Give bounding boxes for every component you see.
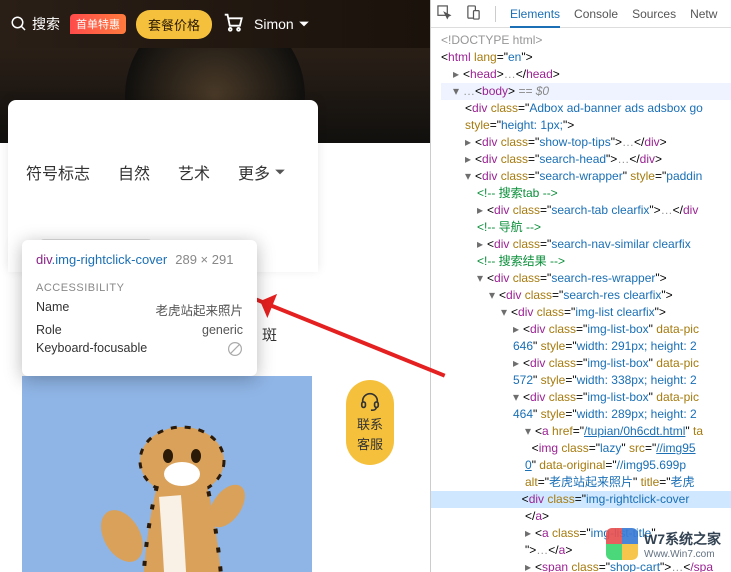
tooltip-class: .img-rightclick-cover (52, 252, 168, 267)
tiger-illustration (72, 406, 252, 572)
search-icon (10, 15, 28, 33)
search-button[interactable]: 搜索 (10, 14, 60, 34)
tiger-image[interactable] (22, 376, 312, 572)
devtools-tabs: Elements Console Sources Netw (431, 0, 731, 28)
devtools-inspect-tooltip: div.img-rightclick-cover 289 × 291 ACCESS… (22, 240, 257, 376)
tab-art[interactable]: 艺术 (178, 160, 210, 184)
tab-more[interactable]: 更多 (238, 160, 286, 184)
dom-tree[interactable]: <!DOCTYPE html> <html lang="en"> ▸<head>… (431, 28, 731, 572)
watermark-logo (606, 528, 638, 560)
annotation-arrow (249, 295, 445, 377)
tab-sources[interactable]: Sources (632, 7, 676, 21)
tooltip-section: ACCESSIBILITY (36, 282, 243, 294)
page-left: 搜索 首单特惠 套餐价格 Simon 符号标志 自然 艺术 更多 : 全部构图 (0, 0, 430, 572)
chevron-down-icon (298, 18, 310, 30)
promo-badge[interactable]: 首单特惠 (70, 14, 126, 34)
watermark: W7系统之家 Www.Win7.com (606, 528, 721, 560)
user-name: Simon (254, 16, 294, 32)
tab-nature[interactable]: 自然 (118, 160, 150, 184)
cart-button[interactable] (222, 11, 244, 38)
cart-icon (222, 11, 244, 33)
customer-service-button[interactable]: 联系 客服 (346, 380, 394, 465)
tooltip-tag: div (36, 252, 52, 267)
inspect-icon[interactable] (437, 5, 452, 23)
tab-console[interactable]: Console (574, 7, 618, 21)
chevron-down-icon (274, 166, 286, 178)
category-tabs: 符号标志 自然 艺术 更多 (8, 160, 318, 184)
user-menu[interactable]: Simon (254, 16, 310, 32)
device-icon[interactable] (466, 5, 481, 23)
tab-elements[interactable]: Elements (510, 7, 560, 28)
tooltip-dims: 289 × 291 (175, 252, 233, 267)
forbidden-icon (227, 341, 243, 360)
devtools-panel: Elements Console Sources Netw <!DOCTYPE … (430, 0, 731, 572)
tab-network[interactable]: Netw (690, 7, 717, 21)
search-label: 搜索 (32, 14, 60, 34)
headset-icon (359, 390, 381, 412)
tab-symbols[interactable]: 符号标志 (26, 160, 90, 184)
topbar: 搜索 首单特惠 套餐价格 Simon (0, 0, 430, 48)
thumbnail-label: 斑 (262, 324, 277, 345)
pricing-button[interactable]: 套餐价格 (136, 10, 212, 39)
